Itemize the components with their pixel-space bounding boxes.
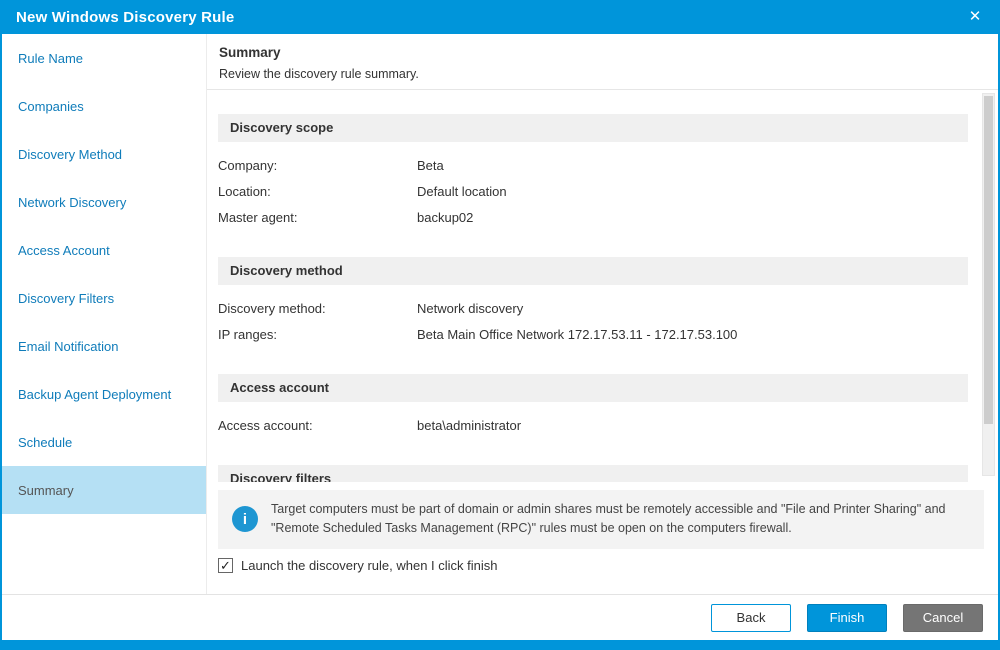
- sidebar-item-discovery-filters[interactable]: Discovery Filters: [2, 274, 206, 322]
- launch-option-row: ✓ Launch the discovery rule, when I clic…: [218, 557, 984, 573]
- summary-row: Discovery method: Network discovery: [218, 296, 968, 322]
- sidebar-item-schedule[interactable]: Schedule: [2, 418, 206, 466]
- launch-checkbox[interactable]: ✓: [218, 557, 233, 573]
- vertical-scrollbar[interactable]: [982, 93, 995, 476]
- sidebar-item-summary[interactable]: Summary: [2, 466, 206, 514]
- close-icon[interactable]: ✕: [964, 6, 986, 28]
- cancel-button[interactable]: Cancel: [903, 603, 983, 632]
- row-value: Default location: [417, 184, 507, 199]
- row-value: Beta Main Office Network 172.17.53.11 - …: [417, 327, 738, 342]
- info-text: Target computers must be part of domain …: [271, 502, 946, 536]
- new-windows-discovery-rule-dialog: New Windows Discovery Rule ✕ Rule Name C…: [0, 0, 1000, 650]
- summary-row: Access account: beta\administrator: [218, 413, 968, 439]
- row-label: Location:: [218, 184, 271, 199]
- page-title: Summary: [219, 45, 281, 60]
- finish-button[interactable]: Finish: [807, 603, 887, 632]
- section-rows: Discovery method: Network discovery IP r…: [218, 285, 968, 354]
- row-label: IP ranges:: [218, 327, 278, 342]
- sidebar-item-companies[interactable]: Companies: [2, 82, 206, 130]
- footer-button-bar: Back Finish Cancel: [2, 594, 998, 640]
- sidebar-item-network-discovery[interactable]: Network Discovery: [2, 178, 206, 226]
- row-value: beta\administrator: [417, 418, 522, 433]
- page-subtitle: Review the discovery rule summary.: [219, 67, 419, 81]
- row-label: Company:: [218, 158, 278, 173]
- section-heading-discovery-filters: Discovery filters: [218, 465, 968, 482]
- row-label: Master agent:: [218, 210, 298, 225]
- row-label: Discovery method:: [218, 301, 326, 316]
- sidebar-item-backup-agent-deployment[interactable]: Backup Agent Deployment: [2, 370, 206, 418]
- sidebar-item-rule-name[interactable]: Rule Name: [2, 34, 206, 82]
- page-header: Summary Review the discovery rule summar…: [207, 34, 998, 90]
- title-bar: New Windows Discovery Rule ✕: [0, 0, 1000, 34]
- row-value: Network discovery: [417, 301, 524, 316]
- section-heading-access-account: Access account: [218, 374, 968, 402]
- wizard-steps-sidebar: Rule Name Companies Discovery Method Net…: [2, 34, 207, 594]
- summary-row: Master agent: backup02: [218, 205, 968, 231]
- scrollbar-thumb[interactable]: [984, 96, 993, 424]
- summary-row: IP ranges: Beta Main Office Network 172.…: [218, 322, 968, 348]
- info-box: i Target computers must be part of domai…: [218, 490, 984, 549]
- window-title: New Windows Discovery Rule: [16, 8, 235, 26]
- summary-scroll-area: Discovery scope Company: Beta Location: …: [207, 90, 998, 482]
- section-rows: Company: Beta Location: Default location…: [218, 142, 968, 237]
- row-value: backup02: [417, 210, 474, 225]
- row-value: Beta: [417, 158, 444, 173]
- back-button[interactable]: Back: [711, 603, 791, 632]
- summary-row: Location: Default location: [218, 179, 968, 205]
- sidebar-item-access-account[interactable]: Access Account: [2, 226, 206, 274]
- info-icon: i: [232, 506, 258, 533]
- summary-row: Company: Beta: [218, 153, 968, 179]
- sidebar-item-email-notification[interactable]: Email Notification: [2, 322, 206, 370]
- section-heading-discovery-scope: Discovery scope: [218, 114, 968, 142]
- section-heading-discovery-method: Discovery method: [218, 257, 968, 285]
- launch-checkbox-label: Launch the discovery rule, when I click …: [241, 557, 498, 573]
- main-panel: Summary Review the discovery rule summar…: [207, 34, 998, 594]
- sidebar-item-discovery-method[interactable]: Discovery Method: [2, 130, 206, 178]
- dialog-body: Rule Name Companies Discovery Method Net…: [2, 34, 998, 594]
- row-label: Access account:: [218, 418, 313, 433]
- section-rows: Access account: beta\administrator: [218, 402, 968, 445]
